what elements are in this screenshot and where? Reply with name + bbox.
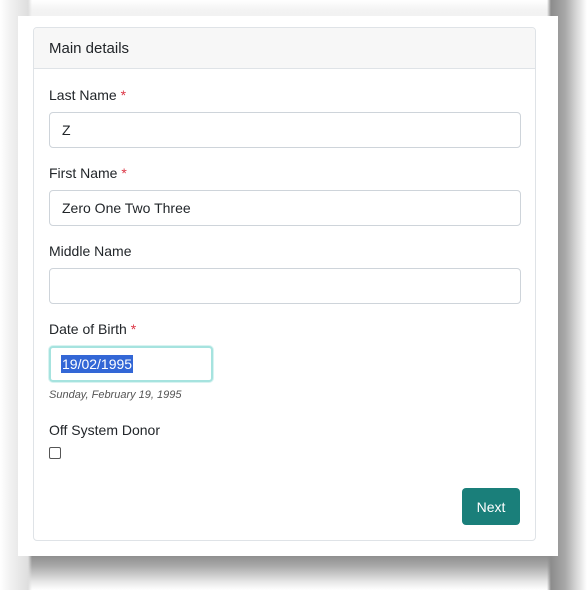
date-of-birth-required-mark: * (130, 321, 137, 337)
date-of-birth-group: Date of Birth * 19/02/1995 Sunday, Febru… (49, 322, 520, 401)
first-name-input[interactable]: Zero One Two Three (49, 190, 521, 226)
date-of-birth-value: 19/02/1995 (61, 355, 134, 373)
off-system-donor-checkbox[interactable] (49, 447, 61, 459)
first-name-required-mark: * (121, 165, 127, 181)
first-name-label: First Name * (49, 166, 520, 180)
first-name-label-text: First Name (49, 165, 118, 181)
last-name-input[interactable]: Z (49, 112, 521, 148)
middle-name-label: Middle Name (49, 244, 520, 258)
card-title: Main details (49, 39, 130, 57)
next-button[interactable]: Next (462, 488, 520, 525)
first-name-value: Zero One Two Three (62, 200, 191, 216)
card-body: Last Name * Z First Name * Zero One Two … (34, 69, 535, 459)
date-of-birth-input[interactable]: 19/02/1995 (49, 346, 213, 382)
middle-name-group: Middle Name (49, 244, 521, 304)
date-of-birth-label: Date of Birth * (49, 322, 520, 336)
card-header: Main details (34, 28, 535, 69)
off-system-donor-label: Off System Donor (49, 423, 520, 437)
main-details-card: Main details Last Name * Z First Name * … (33, 27, 536, 541)
off-system-donor-group: Off System Donor (49, 423, 520, 459)
last-name-label: Last Name * (49, 88, 520, 102)
date-of-birth-label-text: Date of Birth (49, 321, 127, 337)
last-name-required-mark: * (120, 87, 127, 103)
date-of-birth-help-text: Sunday, February 19, 1995 (49, 389, 182, 401)
middle-name-label-text: Middle Name (49, 243, 132, 259)
last-name-value: Z (62, 122, 71, 138)
middle-name-input[interactable] (49, 268, 521, 304)
last-name-group: Last Name * Z (49, 88, 521, 148)
last-name-label-text: Last Name (49, 87, 117, 103)
first-name-group: First Name * Zero One Two Three (49, 166, 521, 226)
off-system-donor-label-text: Off System Donor (49, 422, 161, 438)
